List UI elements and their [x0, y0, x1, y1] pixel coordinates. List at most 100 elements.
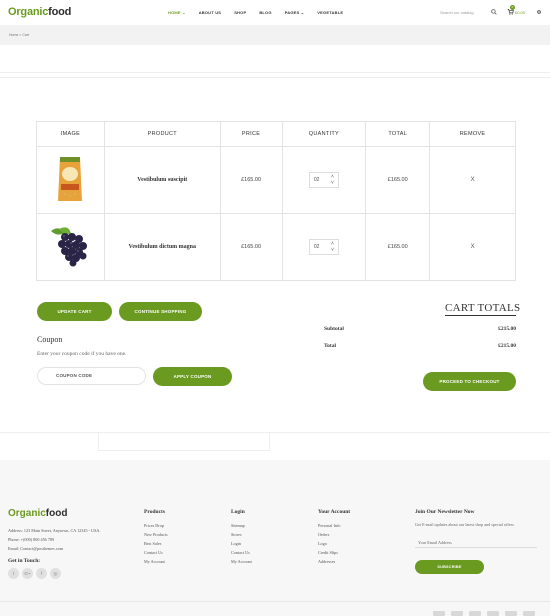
quantity-down-icon[interactable]: ˅ [331, 247, 334, 253]
footer-link[interactable]: My Account [144, 559, 165, 564]
footer-link[interactable]: Login [231, 541, 241, 546]
product-image-cell [36, 146, 105, 214]
divider [0, 77, 550, 78]
footer-bottom-bar [0, 601, 550, 616]
table-row: Vestibulum suscipit £165.00 02 ˄ ˅ £165.0… [36, 146, 516, 214]
subtotal-value: £215.00 [498, 326, 516, 332]
footer-email[interactable]: Email: Contact@posthemes.com [8, 546, 63, 551]
footer-logo[interactable]: Organicfood [8, 508, 67, 519]
column-header: IMAGE [36, 121, 105, 147]
cart-table: IMAGE PRODUCT PRICE QUANTITY TOTAL REMOV… [36, 121, 516, 281]
total-label: Total [324, 343, 337, 349]
payment-card-icon [469, 611, 481, 616]
quantity-stepper[interactable]: 02 ˄ ˅ [308, 172, 339, 188]
nav-pages[interactable]: PAGES ⌄ [285, 10, 305, 15]
product-image-cell [36, 213, 105, 281]
empty-panel [98, 433, 270, 451]
breadcrumb[interactable]: Home > Cart [9, 33, 29, 37]
footer-link[interactable]: Contact Us [144, 550, 163, 555]
search-icon[interactable] [491, 9, 497, 15]
coupon-code-input[interactable]: COUPON CODE [37, 367, 146, 385]
apply-coupon-button[interactable]: APPLY COUPON [153, 367, 232, 386]
quantity-cell: 02 ˄ ˅ [281, 146, 367, 214]
main-nav: HOME ⌄ ABOUT US SHOP BLOG PAGES ⌄ VEGETA… [168, 10, 356, 15]
logo-text-food: food [48, 6, 72, 18]
remove-cell: X [429, 213, 516, 281]
total-value: £215.00 [498, 343, 516, 349]
nav-about-us[interactable]: ABOUT US [199, 10, 222, 15]
footer-link[interactable]: New Products [144, 532, 168, 537]
footer-link[interactable]: My Account [231, 559, 252, 564]
footer-link[interactable]: Sitemap [231, 523, 245, 528]
twitter-icon[interactable]: t [8, 568, 19, 579]
gear-icon[interactable] [536, 9, 542, 15]
nav-blog[interactable]: BLOG [259, 10, 271, 15]
newsletter-description: Get E-mail updates about our latest shop… [415, 522, 515, 527]
product-image-chana-dal[interactable] [55, 154, 85, 204]
column-header: REMOVE [429, 121, 516, 147]
logo-text-organic: Organic [8, 6, 49, 18]
remove-button[interactable]: X [471, 244, 475, 250]
logo[interactable]: Organicfood [8, 6, 71, 18]
proceed-to-checkout-button[interactable]: PROCEED TO CHECKOUT [423, 372, 516, 391]
get-in-touch-title: Get in Touch: [8, 558, 41, 564]
nav-home[interactable]: HOME ⌄ [168, 10, 186, 15]
footer-link[interactable]: Logo [318, 541, 327, 546]
footer-phone: Phone: +(000) 800 456 789 [8, 537, 55, 542]
footer-column-title: Login [231, 509, 245, 515]
payment-card-icon [505, 611, 517, 616]
footer-link[interactable]: Credit Slips [318, 550, 338, 555]
update-cart-button[interactable]: UPDATE CART [37, 302, 112, 321]
quantity-value[interactable]: 02 [314, 177, 320, 183]
payment-card-icon [487, 611, 499, 616]
product-total: £165.00 [365, 213, 431, 281]
quantity-cell: 02 ˄ ˅ [281, 213, 367, 281]
coupon-description: Enter your coupon code if you have one. [37, 351, 127, 357]
instagram-icon[interactable]: ◎ [50, 568, 61, 579]
facebook-icon[interactable]: f [36, 568, 47, 579]
chevron-down-icon: ⌄ [182, 10, 186, 15]
product-price: £165.00 [219, 213, 283, 281]
column-header: TOTAL [365, 121, 431, 147]
nav-shop[interactable]: SHOP [234, 10, 246, 15]
footer-link[interactable]: Stores [231, 532, 241, 537]
header: Organicfood HOME ⌄ ABOUT US SHOP BLOG PA… [0, 0, 550, 25]
logo-text-organic: Organic [8, 508, 46, 519]
subtotal-label: Subtotal [324, 326, 344, 332]
newsletter-email-input[interactable]: Your Email Address [415, 537, 537, 548]
remove-button[interactable]: X [471, 177, 475, 183]
quantity-stepper[interactable]: 02 ˄ ˅ [308, 239, 339, 255]
product-name[interactable]: Vestibulum dictum magna [103, 213, 221, 281]
search-input[interactable]: Search our catalog [440, 10, 474, 15]
google-plus-icon[interactable]: G+ [22, 568, 33, 579]
newsletter-title: Join Our Newsletter Now [415, 509, 475, 515]
footer-link[interactable]: Prices Drop [144, 523, 164, 528]
product-image-grapes[interactable] [45, 225, 95, 267]
column-header: QUANTITY [281, 121, 367, 147]
product-name[interactable]: Vestibulum suscipit [103, 146, 221, 214]
quantity-value[interactable]: 02 [314, 244, 320, 250]
footer-link[interactable]: Best Sales [144, 541, 161, 546]
column-header: PRODUCT [103, 121, 221, 147]
chevron-down-icon: ⌄ [300, 10, 305, 15]
quantity-down-icon[interactable]: ˅ [331, 180, 334, 186]
divider [0, 72, 550, 73]
footer-column-title: Products [144, 509, 165, 515]
product-total: £165.00 [365, 146, 431, 214]
payment-card-icon [451, 611, 463, 616]
cart-total[interactable]: £0.00 [515, 10, 525, 15]
nav-vegetable[interactable]: VEGETABLE [317, 10, 343, 15]
table-header-row: IMAGE PRODUCT PRICE QUANTITY TOTAL REMOV… [36, 121, 516, 147]
logo-text-food: food [45, 508, 68, 519]
footer-column-title: Your Account [318, 509, 351, 515]
footer-link[interactable]: Personal Info [318, 523, 340, 528]
continue-shopping-button[interactable]: CONTINUE SHOPPING [119, 302, 202, 321]
footer-link[interactable]: Orders [318, 532, 329, 537]
footer-link[interactable]: Contact Us [231, 550, 250, 555]
remove-cell: X [429, 146, 516, 214]
subscribe-button[interactable]: SUBSCRIBE [415, 560, 484, 574]
product-price: £165.00 [219, 146, 283, 214]
footer: Organicfood Address: 123 Main Street, An… [0, 460, 550, 616]
breadcrumb-band: Home > Cart [0, 25, 550, 45]
footer-link[interactable]: Addresses [318, 559, 335, 564]
